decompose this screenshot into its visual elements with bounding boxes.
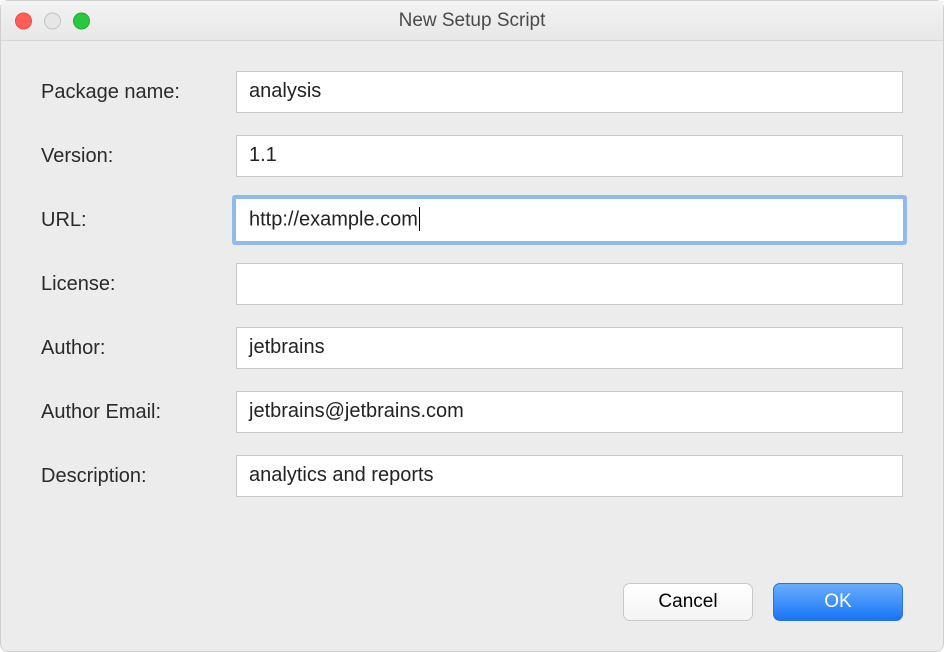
close-icon[interactable]	[15, 12, 32, 29]
license-label: License:	[41, 273, 236, 296]
description-label: Description:	[41, 465, 236, 488]
cancel-button[interactable]: Cancel	[623, 583, 753, 621]
text-caret	[419, 207, 421, 231]
ok-button[interactable]: OK	[773, 583, 903, 621]
version-field-wrap: 1.1	[236, 135, 903, 177]
description-field[interactable]: analytics and reports	[236, 455, 903, 497]
package-name-field-wrap: analysis	[236, 71, 903, 113]
author-field-wrap: jetbrains	[236, 327, 903, 369]
dialog-content: Package name: analysis Version: 1.1 URL:…	[1, 41, 943, 651]
version-field[interactable]: 1.1	[236, 135, 903, 177]
description-field-wrap: analytics and reports	[236, 455, 903, 497]
version-label: Version:	[41, 145, 236, 168]
window-title: New Setup Script	[1, 10, 943, 32]
dialog-window: New Setup Script Package name: analysis …	[0, 0, 944, 652]
window-controls	[15, 12, 90, 29]
button-row: Cancel OK	[41, 563, 903, 631]
author-email-label: Author Email:	[41, 401, 236, 424]
license-field[interactable]	[236, 263, 903, 305]
url-label: URL:	[41, 209, 236, 232]
minimize-icon	[44, 12, 61, 29]
author-field[interactable]: jetbrains	[236, 327, 903, 369]
package-name-label: Package name:	[41, 81, 236, 104]
author-email-field-wrap: jetbrains@jetbrains.com	[236, 391, 903, 433]
package-name-field[interactable]: analysis	[236, 71, 903, 113]
license-field-wrap	[236, 263, 903, 305]
zoom-icon[interactable]	[73, 12, 90, 29]
titlebar: New Setup Script	[1, 1, 943, 41]
author-label: Author:	[41, 337, 236, 360]
author-email-field[interactable]: jetbrains@jetbrains.com	[236, 391, 903, 433]
url-field[interactable]: http://example.com	[236, 199, 903, 241]
url-field-wrap: http://example.com	[236, 199, 903, 241]
form: Package name: analysis Version: 1.1 URL:…	[41, 71, 903, 497]
